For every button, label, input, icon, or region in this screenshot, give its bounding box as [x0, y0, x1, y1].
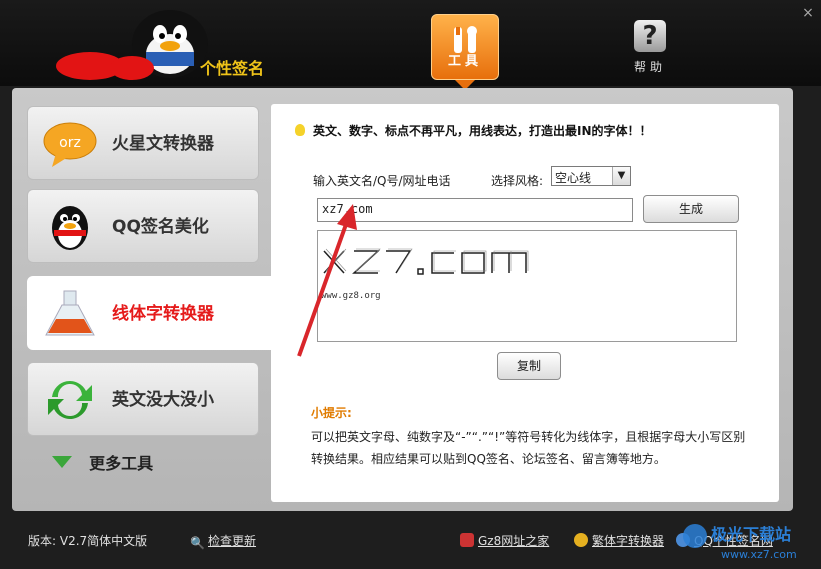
main-panel: orz 火星文转换器 QQ签名美化 线体字转换器 英文没大没小 更多工具 英文、…: [12, 88, 793, 511]
text-input[interactable]: xz7.com: [317, 198, 633, 222]
tools-icon: [454, 26, 477, 53]
generate-button[interactable]: 生成: [643, 195, 739, 223]
tab-help-label: 帮助: [633, 60, 666, 74]
style-select-value: 空心线: [555, 171, 592, 185]
svg-text:个性签名: 个性签名: [199, 59, 264, 78]
people-icon: [574, 533, 588, 547]
sidebar-item-label: 火星文转换器: [112, 134, 214, 154]
help-icon: ?: [634, 20, 666, 52]
refresh-icon: [48, 381, 92, 419]
style-select[interactable]: 空心线 ▼: [551, 166, 631, 186]
style-label: 选择风格:: [491, 174, 544, 188]
tab-tools-label: 工具: [447, 54, 482, 69]
traditional-converter-link[interactable]: 繁体字转换器: [574, 532, 664, 549]
check-update-link[interactable]: 🔍 检查更新: [190, 532, 256, 550]
site-watermark-logo: 极光下载站 www.xz7.com: [683, 524, 797, 561]
search-icon: 🔍: [190, 536, 205, 550]
orz-bubble-icon: orz: [43, 122, 97, 167]
sidebar-item-label: 英文没大没小: [112, 390, 214, 410]
tool-content: 英文、数字、标点不再平凡，用线表达，打造出最IN的字体！！ 输入英文名/Q号/网…: [271, 104, 779, 502]
tab-tools[interactable]: 工具: [431, 14, 499, 80]
version-text: 版本: V2.7简体中文版: [28, 534, 148, 548]
close-button[interactable]: ×: [801, 6, 815, 20]
sidebar-item-label: 线体字转换器: [112, 304, 214, 324]
penguin-icon: [52, 206, 88, 250]
more-tools-button[interactable]: 更多工具: [52, 450, 153, 480]
hint-title: 小提示:: [311, 406, 352, 420]
gz8-home-link[interactable]: Gz8网址之家: [460, 532, 549, 549]
svg-text:www.xz7.com: www.xz7.com: [721, 548, 797, 561]
feature-tip-text: 英文、数字、标点不再平凡，用线表达，打造出最IN的字体！！: [313, 124, 652, 138]
header-bar: 个性签名 × 工具 ? 帮助: [0, 0, 821, 90]
lightbulb-icon: [295, 124, 305, 136]
sidebar-item-line-font-converter[interactable]: 线体字转换器: [27, 276, 275, 350]
home-icon: [460, 533, 474, 547]
tab-help[interactable]: ? 帮助: [622, 18, 678, 78]
output-textarea[interactable]: www.gz8.org: [317, 230, 737, 342]
annotation-arrow: [297, 204, 357, 357]
app-logo: 个性签名: [56, 10, 264, 80]
flask-icon: [45, 290, 95, 336]
sidebar-item-qq-signature[interactable]: QQ签名美化: [27, 189, 259, 263]
svg-text:极光下载站: 极光下载站: [711, 525, 791, 544]
sidebar-item-martian-converter[interactable]: orz 火星文转换器: [27, 106, 259, 180]
feature-tip: 英文、数字、标点不再平凡，用线表达，打造出最IN的字体！！: [295, 122, 652, 139]
svg-text:orz: orz: [59, 135, 81, 151]
sidebar-item-label: QQ签名美化: [112, 217, 209, 237]
more-tools-label: 更多工具: [89, 454, 154, 473]
chevron-down-icon[interactable]: ▼: [612, 167, 630, 185]
hint-body: 可以把英文字母、纯数字及“-”“.”“!”等符号转化为线体字，且根据字母大小写区…: [311, 430, 746, 466]
copy-button[interactable]: 复制: [497, 352, 561, 380]
sidebar-item-case-converter[interactable]: 英文没大没小: [27, 362, 259, 436]
input-label: 输入英文名/Q号/网址电话: [313, 174, 451, 188]
chevron-down-icon: [52, 456, 72, 468]
